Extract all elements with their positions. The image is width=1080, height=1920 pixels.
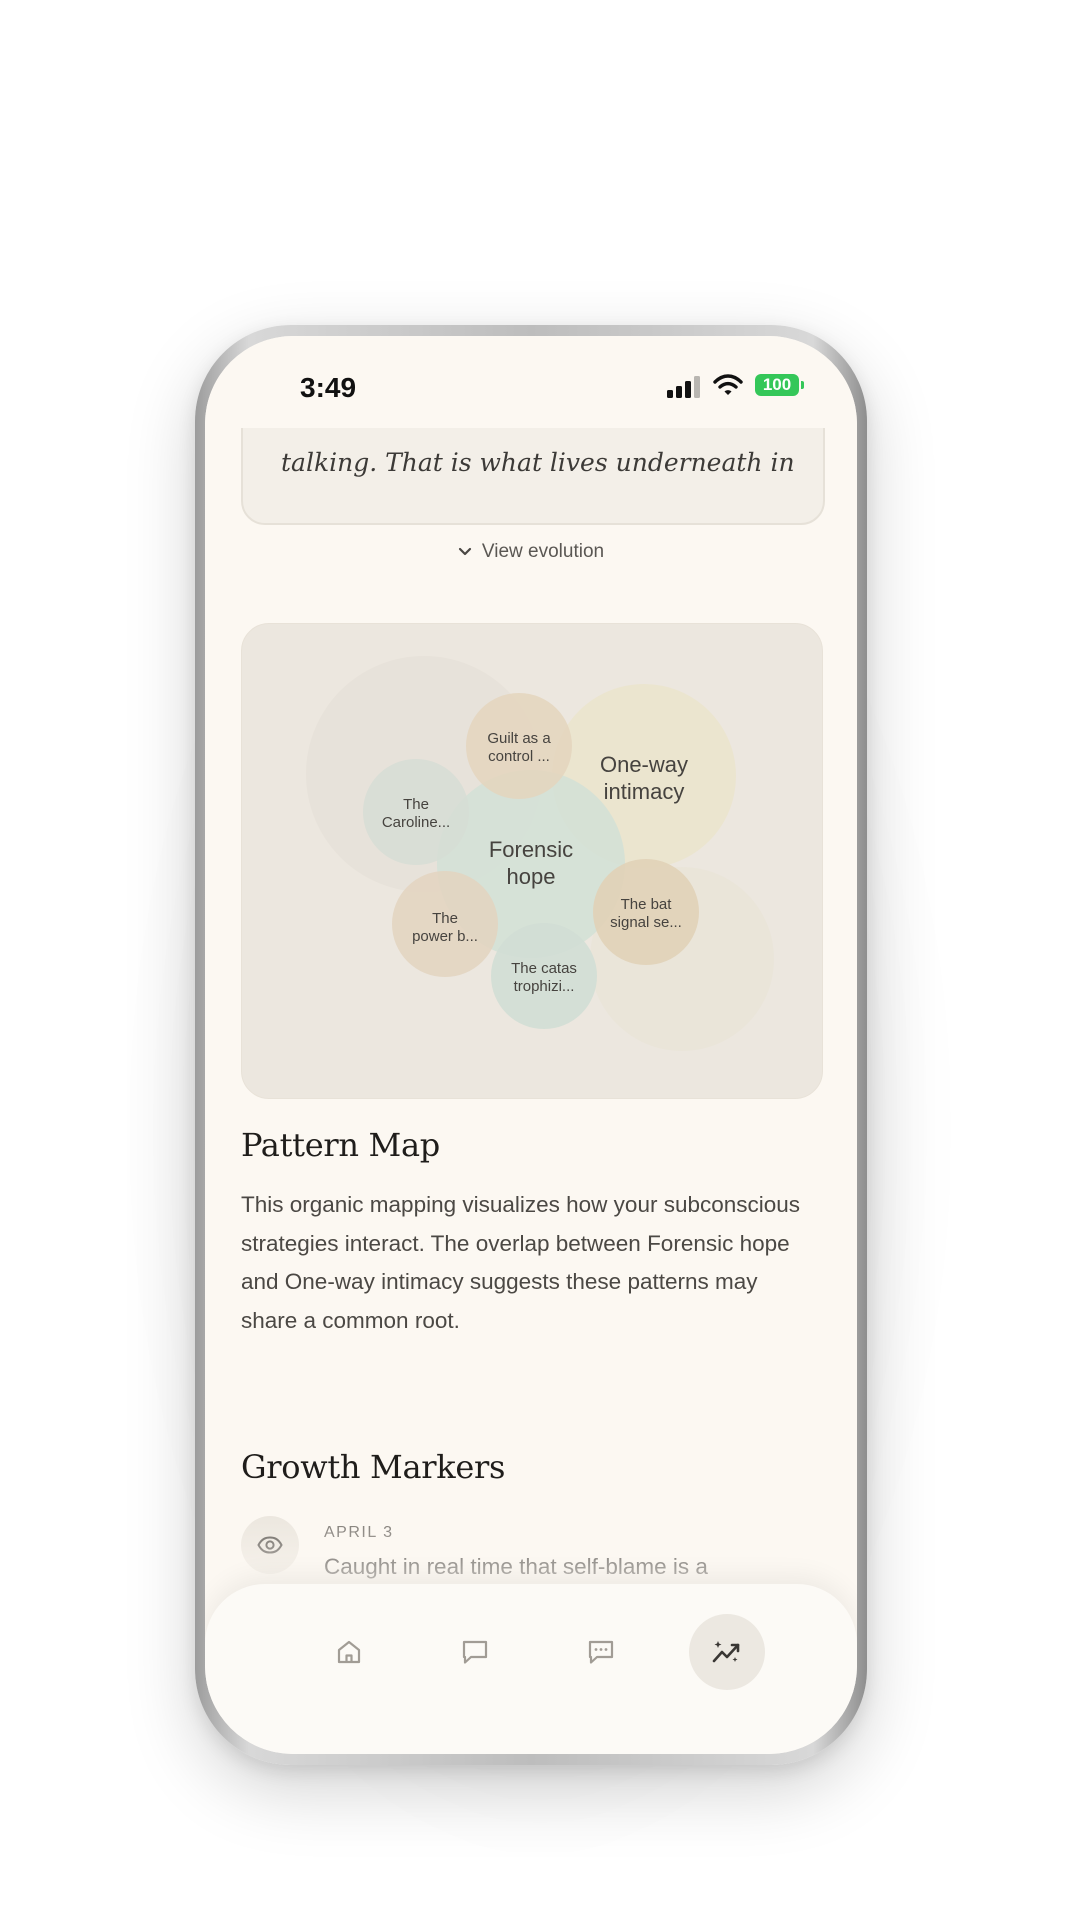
bubble-label: control ... <box>488 748 550 765</box>
bubble-label: Guilt as a <box>487 730 551 747</box>
cellular-signal-icon <box>667 376 700 398</box>
growth-marker-text: Caught in real time that self-blame is a <box>324 1554 708 1579</box>
chat-dots-icon <box>588 1640 614 1664</box>
bubble-label: The <box>403 796 429 813</box>
bubble-label: signal se... <box>610 914 682 931</box>
bubble-label: One-way <box>600 752 688 777</box>
pattern-map-card: One-way intimacy Forensic hope Guilt as … <box>241 623 823 1099</box>
bottom-nav <box>205 1584 857 1754</box>
insight-quote-text: talking. That is what lives underneath i… <box>281 448 795 477</box>
growth-markers-title: Growth Markers <box>241 1448 506 1486</box>
bubble-label: The bat <box>621 896 673 913</box>
home-icon <box>337 1640 361 1664</box>
pattern-map-description: This organic mapping visualizes how your… <box>241 1192 801 1333</box>
bubble-label: Caroline... <box>382 814 450 831</box>
eye-icon <box>241 1516 299 1574</box>
status-time: 3:49 <box>300 372 357 403</box>
bubble-label: The catas <box>511 960 577 977</box>
pattern-map-title: Pattern Map <box>241 1126 440 1164</box>
chat-bubble-icon <box>462 1640 488 1664</box>
bubble-label: hope <box>507 864 556 889</box>
bubble-label: intimacy <box>604 779 685 804</box>
wifi-icon <box>713 374 743 395</box>
status-bar: 3:49 100 <box>205 336 857 428</box>
insights-sparkle-icon <box>712 1641 740 1663</box>
pattern-map-svg: One-way intimacy Forensic hope Guilt as … <box>306 656 774 1051</box>
nav-home-button[interactable] <box>311 1614 387 1690</box>
phone-screen: talking. That is what lives underneath i… <box>205 336 857 1754</box>
phone-frame: talking. That is what lives underneath i… <box>195 325 867 1765</box>
stage: talking. That is what lives underneath i… <box>0 0 1080 1920</box>
bubble-label: Forensic <box>489 837 573 862</box>
bubble-label: The <box>432 910 458 927</box>
nav-messages-button[interactable] <box>563 1614 639 1690</box>
scroll-content[interactable]: talking. That is what lives underneath i… <box>205 336 857 1754</box>
nav-insights-button[interactable] <box>689 1614 765 1690</box>
view-evolution-button[interactable]: View evolution <box>205 532 857 572</box>
battery-tip <box>801 381 804 389</box>
bubble-label: trophizi... <box>514 978 575 995</box>
bubble-label: power b... <box>412 928 478 945</box>
view-evolution-label: View evolution <box>481 541 605 562</box>
battery-indicator: 100 <box>755 374 799 396</box>
growth-marker-date: APRIL 3 <box>324 1524 394 1541</box>
nav-chat-button[interactable] <box>437 1614 513 1690</box>
chevron-down-icon <box>458 547 472 556</box>
